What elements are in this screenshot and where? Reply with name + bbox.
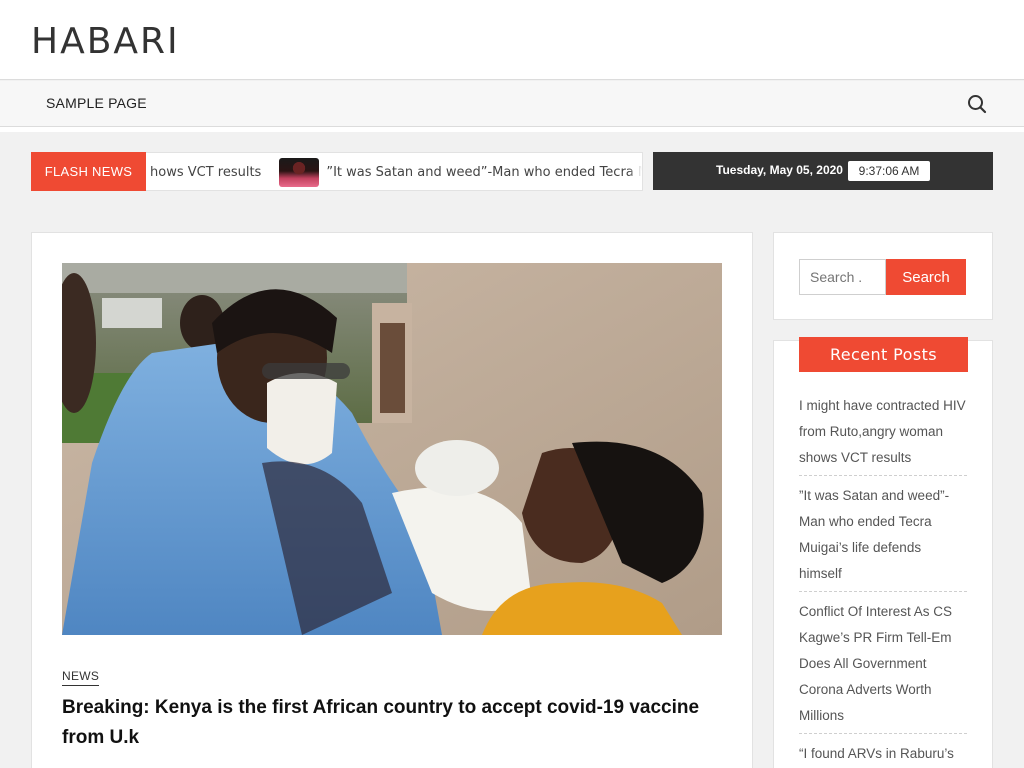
search-button[interactable]: Search [886, 259, 966, 295]
ticker-item[interactable]: hows VCT results [150, 165, 261, 180]
current-time: 9:37:06 AM [848, 161, 930, 181]
recent-posts-list: I might have contracted HIV from Ruto,an… [799, 393, 967, 768]
date-time-bar: Tuesday, May 05, 2020 9:37:06 AM [653, 152, 993, 190]
ticker-track: hows VCT results ”It was Satan and weed”… [150, 153, 642, 190]
recent-posts-title: Recent Posts [799, 337, 968, 372]
featured-post: NEWS Breaking: Kenya is the first Africa… [31, 232, 753, 768]
site-title[interactable]: HABARI [31, 20, 180, 64]
search-widget: Search [773, 232, 993, 320]
nav-divider [0, 127, 1024, 132]
ticker-thumbnail[interactable] [279, 158, 320, 187]
list-item[interactable]: I might have contracted HIV from Ruto,an… [799, 393, 967, 476]
post-title[interactable]: Breaking: Kenya is the first African cou… [62, 693, 732, 753]
flash-news-label: FLASH NEWS [31, 152, 146, 191]
search-input[interactable] [799, 259, 886, 295]
list-item[interactable]: ”It was Satan and weed”-Man who ended Te… [799, 483, 967, 592]
list-item[interactable]: Conflict Of Interest As CS Kagwe’s PR Fi… [799, 599, 967, 734]
site-header: HABARI [0, 0, 1024, 80]
ticker-item[interactable]: ”It was Satan and weed”-Man who ended Te… [326, 165, 642, 180]
news-ticker: hows VCT results ”It was Satan and weed”… [146, 152, 643, 191]
main-nav: SAMPLE PAGE [0, 81, 1024, 127]
list-item[interactable]: “I found ARVs in Raburu’s [799, 741, 967, 768]
ticker-fade [628, 153, 642, 190]
search-icon[interactable] [964, 91, 990, 117]
post-featured-image[interactable] [62, 263, 722, 635]
current-date: Tuesday, May 05, 2020 [716, 163, 843, 177]
post-category[interactable]: NEWS [62, 669, 100, 686]
nav-item-sample-page[interactable]: SAMPLE PAGE [46, 95, 147, 111]
recent-posts-widget: Recent Posts I might have contracted HIV… [773, 337, 993, 768]
